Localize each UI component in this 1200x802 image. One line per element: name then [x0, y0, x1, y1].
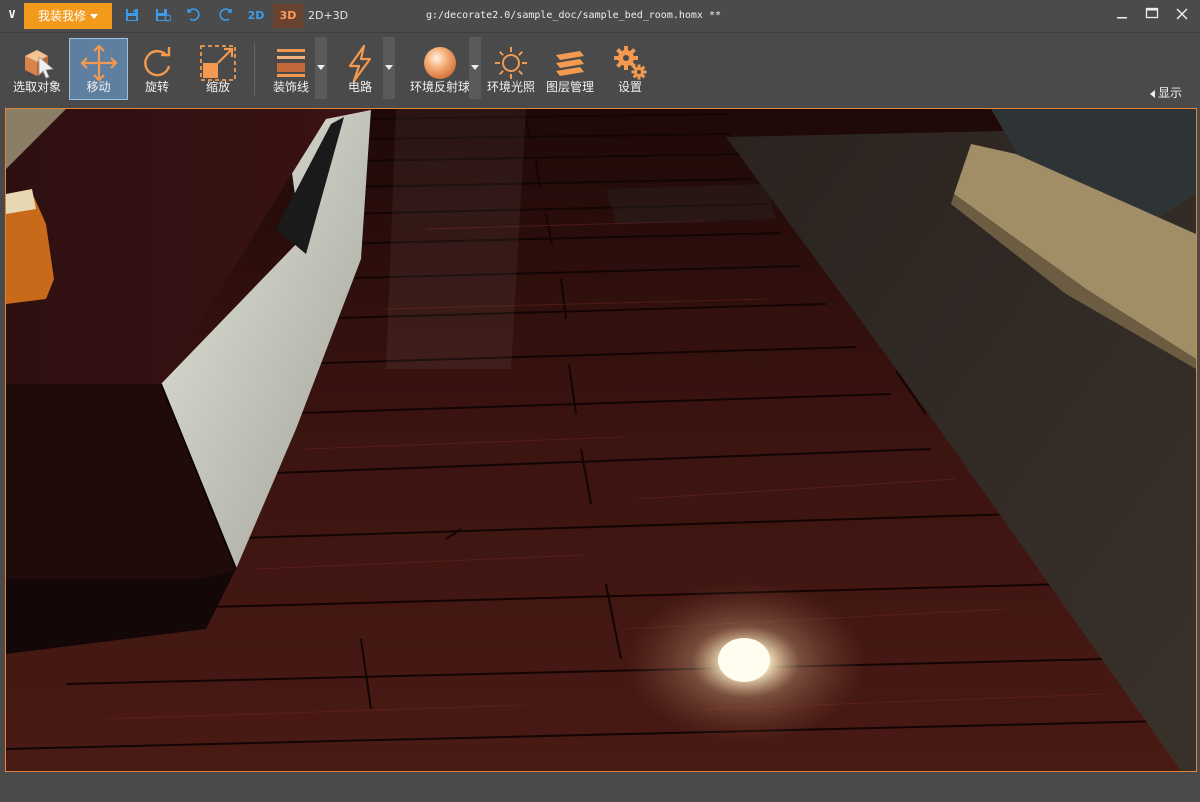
save-icon [126, 9, 138, 21]
lightning-icon [348, 44, 372, 83]
scale-icon [200, 45, 236, 81]
tool-reflection-sphere[interactable]: 环境反射球 [408, 39, 472, 99]
redo-button[interactable] [215, 6, 235, 26]
reflection-sphere-icon [424, 47, 456, 79]
tool-scale[interactable]: 缩放 [190, 39, 246, 99]
tool-layer-manager[interactable]: 图层管理 [542, 39, 598, 99]
tool-select-object[interactable]: 选取对象 [8, 39, 66, 99]
tool-move[interactable]: 移动 [69, 38, 128, 100]
main-menu-button[interactable]: 我装我修 [24, 3, 112, 29]
undo-button[interactable] [184, 6, 204, 26]
save-as-icon [156, 9, 171, 22]
main-menu-label: 我装我修 [37, 9, 86, 23]
circuit-dropdown-button[interactable] [383, 37, 395, 99]
select-cube-icon [25, 50, 54, 79]
3d-viewport[interactable] [5, 108, 1197, 772]
maximize-button[interactable] [1140, 4, 1164, 26]
molding-lines-icon [277, 49, 305, 77]
view-2d3d-button[interactable]: 2D+3D [308, 6, 348, 26]
minimize-button[interactable] [1110, 4, 1134, 26]
tool-label: 装饰线 [272, 80, 309, 94]
chevron-left-icon [1149, 89, 1155, 98]
view-3d-button[interactable]: 3D [273, 4, 303, 28]
tool-label: 设置 [617, 80, 642, 94]
tool-label: 电路 [347, 80, 372, 94]
tool-label: 选取对象 [12, 80, 61, 94]
rotate-icon [144, 47, 171, 77]
app-logo-icon: V [8, 8, 16, 21]
tool-rotate[interactable]: 旋转 [131, 39, 183, 99]
tool-label: 图层管理 [545, 80, 594, 94]
minimize-icon [1117, 17, 1127, 19]
3d-scene-render [6, 109, 1196, 771]
main-toolbar: 选取对象 移动 旋转 缩放 装饰线 电路 环境反射球 环境光照 图层管理 设置 … [0, 33, 1200, 103]
view-2d-button[interactable]: 2D [244, 6, 268, 26]
maximize-icon [1145, 7, 1159, 19]
close-button[interactable] [1170, 4, 1194, 26]
sun-icon [495, 47, 527, 79]
title-bar: V 我装我修 2D 3D 2D+3D g:/decorate2.0/sample… [0, 0, 1200, 33]
tool-ambient-light[interactable]: 环境光照 [484, 39, 538, 99]
undo-icon [187, 8, 200, 21]
move-arrows-icon [79, 44, 118, 82]
tool-label: 环境光照 [486, 80, 535, 94]
toolbar-separator [254, 43, 255, 95]
tool-settings[interactable]: 设置 [604, 39, 656, 99]
document-title: g:/decorate2.0/sample_doc/sample_bed_roo… [426, 10, 722, 21]
tool-label: 环境反射球 [409, 80, 470, 94]
show-panel-button[interactable]: 显示 [1149, 85, 1182, 101]
show-panel-label: 显示 [1157, 86, 1182, 100]
tool-circuit[interactable]: 电路 [336, 39, 384, 99]
tool-label: 移动 [86, 80, 111, 94]
layers-icon [556, 51, 584, 76]
tool-label: 缩放 [205, 80, 230, 94]
chevron-down-icon [90, 14, 98, 19]
molding-dropdown-button[interactable] [315, 37, 327, 99]
save-as-button[interactable] [153, 6, 173, 26]
tool-label: 旋转 [144, 80, 169, 94]
gears-icon [614, 46, 647, 80]
reflection-dropdown-button[interactable] [469, 37, 481, 99]
status-bar [0, 772, 1200, 802]
redo-icon [219, 8, 232, 21]
tool-molding[interactable]: 装饰线 [266, 39, 316, 99]
close-icon [1176, 8, 1188, 20]
save-button[interactable] [122, 6, 142, 26]
